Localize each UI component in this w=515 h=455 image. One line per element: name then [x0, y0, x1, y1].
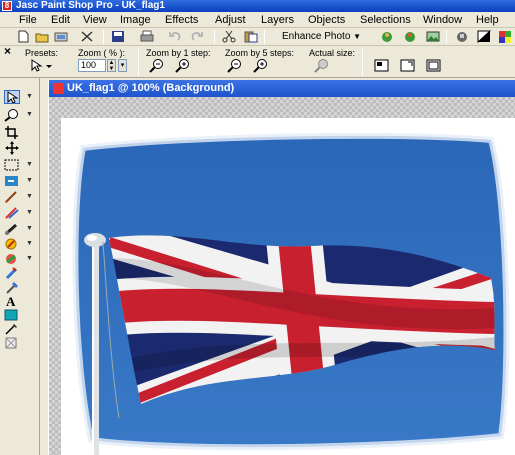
canvas-area[interactable]: [49, 97, 515, 455]
chevron-down-icon[interactable]: ▼: [26, 177, 33, 184]
svg-text:A: A: [6, 294, 16, 308]
zoom-percent-label: Zoom ( % ):: [78, 48, 126, 58]
close-options-icon[interactable]: ×: [4, 45, 11, 57]
chevron-down-icon: ▼: [353, 32, 362, 41]
document-title-bar[interactable]: UK_flag1 @ 100% (Background): [49, 80, 515, 97]
fit-window-icon[interactable]: [374, 58, 390, 73]
menu-edit[interactable]: Edit: [51, 14, 70, 26]
actual-size-icon[interactable]: [314, 58, 330, 73]
preset-shape-tool-icon[interactable]: [4, 308, 20, 322]
new-file-icon[interactable]: [16, 30, 30, 43]
photo-image-uk-flag[interactable]: [61, 118, 515, 455]
open-folder-icon[interactable]: [35, 30, 49, 43]
menu-bar: File Edit View Image Effects Adjust Laye…: [0, 12, 515, 28]
chevron-down-icon[interactable]: ▼: [26, 209, 33, 216]
tool-options-bar: × Presets: Zoom ( % ): 100 ▲ ▼ ▾ Zoom by …: [0, 45, 515, 78]
color-balance-icon[interactable]: [403, 30, 417, 43]
document-icon: [53, 83, 64, 94]
menu-image[interactable]: Image: [120, 14, 151, 26]
menu-effects[interactable]: Effects: [165, 14, 198, 26]
zoom-in-icon[interactable]: [175, 58, 191, 73]
zoom-out-icon[interactable]: [149, 58, 165, 73]
color-changer-tool-icon[interactable]: [4, 174, 20, 188]
menu-file[interactable]: File: [19, 14, 37, 26]
document-window: UK_flag1 @ 100% (Background): [48, 80, 515, 455]
chevron-down-icon[interactable]: ▼: [26, 111, 33, 118]
picture-tube-tool-icon[interactable]: [4, 266, 20, 280]
document-title: UK_flag1 @ 100% (Background): [67, 82, 235, 94]
zoom-1-step-label: Zoom by 1 step:: [146, 48, 211, 58]
retouch-tool-icon[interactable]: [4, 222, 20, 236]
app-title-bar: 8 Jasc Paint Shop Pro - UK_flag1: [0, 0, 515, 12]
materials-swatch-icon[interactable]: [477, 30, 492, 44]
menu-objects[interactable]: Objects: [308, 14, 345, 26]
paint-brush-tool-icon[interactable]: [4, 190, 20, 204]
cut-icon[interactable]: [222, 30, 236, 43]
menu-selections[interactable]: Selections: [360, 14, 411, 26]
paste-icon[interactable]: [244, 30, 258, 43]
scissors-crop-icon[interactable]: [80, 30, 94, 43]
chevron-down-icon[interactable]: ▼: [26, 240, 33, 247]
object-selector-tool-icon[interactable]: [4, 336, 20, 350]
history-icon[interactable]: [455, 30, 469, 43]
menu-window[interactable]: Window: [423, 14, 462, 26]
pan-arrow-tool-icon[interactable]: [4, 90, 20, 104]
chevron-down-icon[interactable]: ▼: [26, 193, 33, 200]
zoom-spinner[interactable]: ▲ ▼: [107, 59, 116, 72]
fit-image-icon[interactable]: [400, 58, 416, 73]
zoom-out-5-icon[interactable]: [227, 58, 243, 73]
menu-view[interactable]: View: [83, 14, 107, 26]
photo-landscape-icon[interactable]: [426, 30, 440, 43]
standard-toolbar: Enhance Photo ▼: [0, 28, 515, 46]
actual-size-label: Actual size:: [309, 48, 356, 58]
crop-tool-icon[interactable]: [4, 125, 20, 139]
presets-label: Presets:: [25, 48, 59, 58]
chevron-down-icon[interactable]: ▼: [26, 93, 33, 100]
scratch-remover-tool-icon[interactable]: [4, 237, 20, 251]
enhance-photo-dropdown[interactable]: Enhance Photo ▼: [268, 29, 368, 44]
presets-arrow-icon[interactable]: [30, 58, 52, 73]
menu-help[interactable]: Help: [476, 14, 499, 26]
move-tool-icon[interactable]: [4, 141, 20, 155]
print-icon[interactable]: [140, 30, 154, 43]
undo-icon[interactable]: [168, 30, 182, 43]
app-logo-icon: 8: [2, 1, 12, 11]
flood-fill-tool-icon[interactable]: [4, 281, 20, 295]
eraser-tool-icon[interactable]: [4, 252, 20, 266]
zoom-dropdown-icon[interactable]: ▾: [118, 59, 127, 72]
chevron-down-icon[interactable]: ▼: [26, 161, 33, 168]
zoom-5-steps-label: Zoom by 5 steps:: [225, 48, 295, 58]
clone-brush-tool-icon[interactable]: [4, 206, 20, 220]
zoom-in-5-icon[interactable]: [253, 58, 269, 73]
zoom-percent-input[interactable]: 100: [78, 59, 106, 72]
color-palette-icon[interactable]: [498, 30, 512, 43]
chevron-down-icon[interactable]: ▼: [26, 225, 33, 232]
menu-adjust[interactable]: Adjust: [215, 14, 246, 26]
browse-icon[interactable]: [54, 30, 68, 43]
selection-tool-icon[interactable]: [4, 158, 20, 172]
text-tool-icon[interactable]: A: [4, 294, 20, 308]
full-screen-icon[interactable]: [426, 58, 442, 73]
zoom-tool-icon[interactable]: [4, 108, 20, 122]
enhance-photo-label: Enhance Photo: [282, 31, 351, 42]
app-title: Jasc Paint Shop Pro - UK_flag1: [16, 0, 165, 11]
menu-layers[interactable]: Layers: [261, 14, 294, 26]
pen-tool-icon[interactable]: [4, 322, 20, 336]
one-step-photo-fix-icon[interactable]: [380, 30, 394, 43]
tools-palette: ▼ ▼ ▼ ▼ ▼ ▼ ▼ ▼ ▼ A: [0, 78, 40, 455]
chevron-down-icon[interactable]: ▼: [26, 255, 33, 262]
redo-icon[interactable]: [190, 30, 204, 43]
save-icon[interactable]: [111, 30, 125, 43]
